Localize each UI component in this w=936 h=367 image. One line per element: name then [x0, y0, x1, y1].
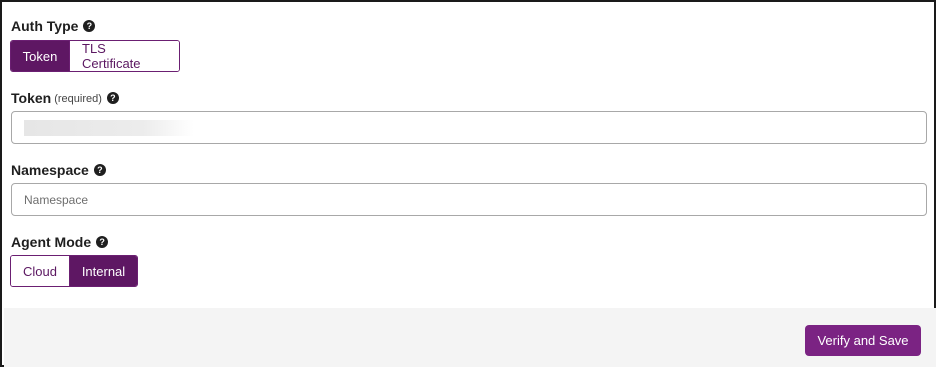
form-body: Auth Type ? Token TLS Certificate Token …: [2, 2, 934, 308]
namespace-input[interactable]: [11, 183, 927, 216]
namespace-label: Namespace: [11, 162, 89, 178]
question-circle-icon[interactable]: ?: [83, 20, 96, 32]
namespace-label-row: Namespace ?: [11, 162, 106, 178]
token-masked-value: [24, 120, 194, 136]
auth-type-label-row: Auth Type ?: [11, 18, 96, 34]
auth-type-label: Auth Type: [11, 18, 79, 34]
question-circle-icon[interactable]: ?: [93, 164, 106, 176]
agent-mode-option-internal[interactable]: Internal: [69, 256, 137, 286]
agent-mode-label-row: Agent Mode ?: [11, 234, 109, 250]
auth-type-toggle: Token TLS Certificate: [10, 40, 180, 72]
question-circle-icon[interactable]: ?: [96, 236, 109, 248]
agent-mode-label: Agent Mode: [11, 234, 92, 250]
agent-mode-option-cloud[interactable]: Cloud: [11, 256, 69, 286]
auth-type-option-tls-certificate[interactable]: TLS Certificate: [69, 41, 179, 71]
token-label: Token: [11, 90, 52, 106]
integration-form-frame: Auth Type ? Token TLS Certificate Token …: [0, 0, 936, 367]
agent-mode-toggle: Cloud Internal: [10, 255, 138, 287]
question-circle-icon[interactable]: ?: [106, 92, 119, 104]
verify-and-save-button[interactable]: Verify and Save: [805, 325, 921, 356]
token-required-note: (required): [54, 93, 102, 105]
form-footer: Verify and Save: [4, 308, 936, 367]
auth-type-option-token[interactable]: Token: [11, 41, 69, 71]
token-label-row: Token (required) ?: [11, 90, 119, 106]
